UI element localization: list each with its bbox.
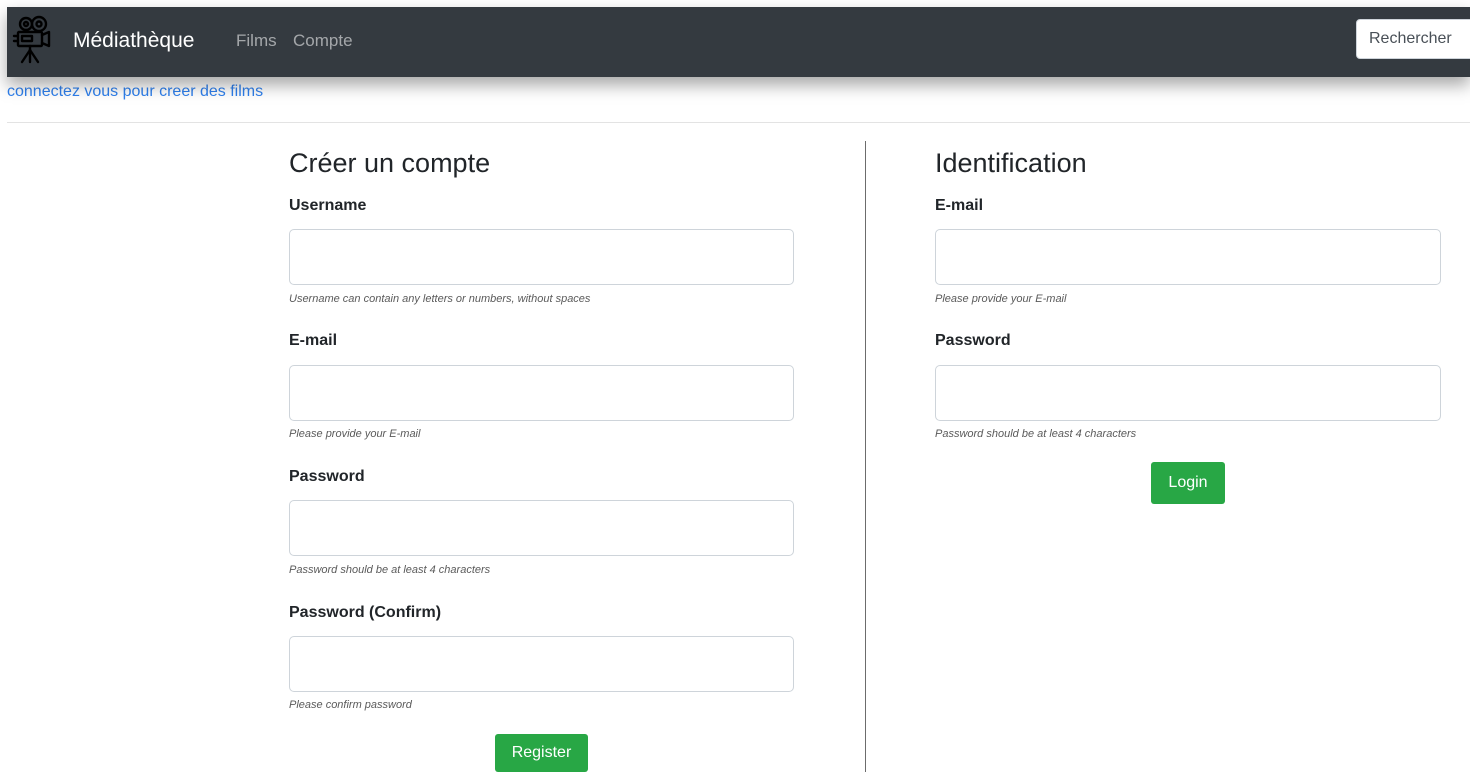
register-password-label: Password <box>289 468 365 485</box>
login-email-input[interactable] <box>935 229 1441 285</box>
login-password-help: Password should be at least 4 characters <box>935 428 1137 440</box>
form-separator <box>865 141 866 772</box>
confirm-password-help: Please confirm password <box>289 699 412 711</box>
login-button[interactable]: Login <box>1151 462 1225 504</box>
register-email-help: Please provide your E-mail <box>289 428 421 440</box>
login-email-label: E-mail <box>935 197 984 214</box>
register-password-input[interactable] <box>289 500 794 556</box>
login-password-input[interactable] <box>935 365 1441 421</box>
login-notice-link[interactable]: connectez vous pour creer des films <box>7 82 263 102</box>
top-navbar: Médiathèque Films Compte <box>7 7 1470 77</box>
confirm-password-label: Password (Confirm) <box>289 604 442 621</box>
search-input[interactable] <box>1356 19 1470 59</box>
register-email-label: E-mail <box>289 332 338 349</box>
nav-link-compte[interactable]: Compte <box>293 30 353 52</box>
username-input[interactable] <box>289 229 794 285</box>
login-email-help: Please provide your E-mail <box>935 293 1067 305</box>
username-label: Username <box>289 197 367 214</box>
confirm-password-input[interactable] <box>289 636 794 692</box>
nav-link-films[interactable]: Films <box>236 30 277 52</box>
brand-link[interactable]: Médiathèque <box>73 28 194 54</box>
register-password-help: Password should be at least 4 characters <box>289 564 491 576</box>
movie-camera-icon[interactable] <box>12 14 52 64</box>
login-password-label: Password <box>935 332 1011 349</box>
register-button[interactable]: Register <box>495 734 588 772</box>
header-divider <box>7 122 1470 123</box>
login-title: Identification <box>935 148 1087 178</box>
username-help: Username can contain any letters or numb… <box>289 293 591 305</box>
register-email-input[interactable] <box>289 365 794 421</box>
register-title: Créer un compte <box>289 148 491 178</box>
